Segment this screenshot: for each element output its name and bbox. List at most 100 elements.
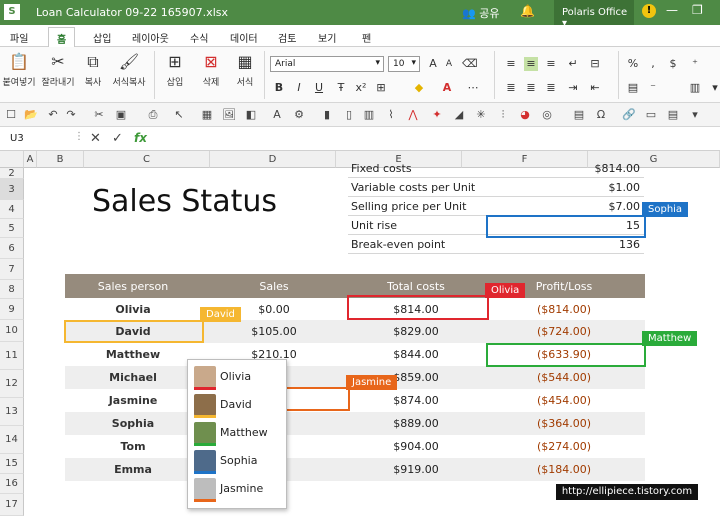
function-icon[interactable]: fx: [134, 131, 147, 145]
select-all-corner[interactable]: [0, 151, 24, 168]
table-row[interactable]: Tom 0 $904.00 ($274.00): [65, 435, 645, 458]
cell-costs[interactable]: $874.00: [349, 394, 483, 407]
row-header[interactable]: 16: [0, 474, 24, 494]
tab-insert[interactable]: 삽입: [93, 30, 111, 45]
cell-costs[interactable]: $919.00: [349, 463, 483, 476]
tab-layout[interactable]: 레이아웃: [132, 30, 169, 45]
chart-combo-icon[interactable]: ⋀: [406, 108, 420, 122]
sheet-title[interactable]: Sales Status: [92, 184, 277, 219]
align-center-icon[interactable]: ≣: [524, 81, 538, 95]
redo-icon[interactable]: ↷: [64, 108, 78, 122]
cell-profit-loss[interactable]: ($454.00): [497, 394, 631, 407]
wrap-text-icon[interactable]: ↵: [566, 57, 580, 71]
row-header[interactable]: 14: [0, 426, 24, 454]
shrink-font-icon[interactable]: A: [442, 57, 456, 71]
cell-name[interactable]: Sophia: [65, 417, 201, 430]
format-cells-button[interactable]: ▦ 서식: [230, 51, 260, 88]
tab-formulas[interactable]: 수식: [190, 30, 208, 45]
share-button[interactable]: 👥 공유: [462, 5, 499, 21]
border-icon[interactable]: ⊞: [374, 81, 388, 95]
font-family-select[interactable]: Arial ▾: [270, 56, 384, 72]
collaborator-item-sophia[interactable]: Sophia: [192, 448, 284, 474]
row-header[interactable]: 7: [0, 259, 24, 280]
italic-button[interactable]: I: [292, 81, 306, 95]
chart-stock-icon[interactable]: ⫶: [496, 108, 510, 122]
row-header[interactable]: 5: [0, 219, 24, 238]
cell-profit-loss[interactable]: ($814.00): [497, 303, 631, 316]
tab-file[interactable]: 파일: [10, 30, 28, 45]
cell-name[interactable]: Michael: [65, 371, 201, 384]
symbol-icon[interactable]: Ω: [594, 108, 608, 122]
chart-pie-icon[interactable]: ◕: [518, 108, 532, 122]
chart-scatter-icon[interactable]: ✦: [430, 108, 444, 122]
cell-name[interactable]: Jasmine: [65, 394, 201, 407]
cell-costs[interactable]: $829.00: [349, 325, 483, 338]
table-row[interactable]: Jasmine 0 $874.00 ($454.00): [65, 389, 645, 412]
cell-name[interactable]: Tom: [65, 440, 201, 453]
align-right-icon[interactable]: ≣: [544, 81, 558, 95]
accounting-icon[interactable]: $: [666, 57, 680, 71]
header-sales-person[interactable]: Sales person: [65, 280, 201, 293]
underline-button[interactable]: U: [312, 81, 326, 95]
chart-stack-icon[interactable]: ▥: [362, 108, 376, 122]
customize-icon[interactable]: ▾: [688, 108, 702, 122]
cut-icon[interactable]: ✂: [92, 108, 106, 122]
save-icon[interactable]: ▣: [114, 108, 128, 122]
cell-costs[interactable]: $904.00: [349, 440, 483, 453]
column-header-d[interactable]: D: [210, 151, 336, 168]
collaborator-item-david[interactable]: David: [192, 392, 284, 418]
cell-costs[interactable]: $889.00: [349, 417, 483, 430]
row-header[interactable]: 15: [0, 454, 24, 474]
indent-icon[interactable]: ⇥: [566, 81, 580, 95]
header-footer-icon[interactable]: ▤: [666, 108, 680, 122]
cell-name[interactable]: Emma: [65, 463, 201, 476]
table-icon[interactable]: ▦: [200, 108, 214, 122]
row-header[interactable]: 13: [0, 398, 24, 426]
number-format-icon[interactable]: %: [626, 57, 640, 71]
align-left-icon[interactable]: ≣: [504, 81, 518, 95]
form-icon[interactable]: ▤: [572, 108, 586, 122]
open-folder-icon[interactable]: 📂: [24, 108, 38, 122]
restore-icon[interactable]: ❐: [692, 3, 703, 17]
fill-color-icon[interactable]: ◆: [412, 81, 426, 95]
clear-format-icon[interactable]: ⌫: [462, 57, 478, 71]
strikethrough-button[interactable]: Ŧ: [334, 81, 348, 95]
align-middle-icon[interactable]: ≡: [524, 57, 538, 71]
align-bottom-icon[interactable]: ≡: [544, 57, 558, 71]
table-row[interactable]: Sophia 0 $889.00 ($364.00): [65, 412, 645, 435]
row-header[interactable]: 10: [0, 320, 24, 342]
chart-radar-icon[interactable]: ✳: [474, 108, 488, 122]
insert-cells-button[interactable]: ⊞ 삽입: [158, 51, 192, 88]
chart-doughnut-icon[interactable]: ◎: [540, 108, 554, 122]
cell-profit-loss[interactable]: ($184.00): [497, 463, 631, 476]
header-total-costs[interactable]: Total costs: [349, 280, 483, 293]
hyperlink-icon[interactable]: 🔗: [622, 108, 636, 122]
chart-line-icon[interactable]: ⌇: [384, 108, 398, 122]
collaborator-item-jasmine[interactable]: Jasmine: [192, 476, 284, 502]
cell-costs[interactable]: $844.00: [349, 348, 483, 361]
column-header-c[interactable]: C: [84, 151, 210, 168]
pointer-icon[interactable]: ↖: [172, 108, 186, 122]
format-painter-button[interactable]: 🖌 서식복사: [108, 51, 150, 88]
account-button[interactable]: Polaris Office ▾: [554, 0, 634, 29]
align-top-icon[interactable]: ≡: [504, 57, 518, 71]
undo-icon[interactable]: ↶: [46, 108, 60, 122]
tab-home[interactable]: 홈: [48, 27, 76, 48]
delete-cells-button[interactable]: ⊠ 삭제: [194, 51, 228, 88]
row-header[interactable]: 9: [0, 299, 24, 320]
confirm-icon[interactable]: ✓: [112, 131, 123, 146]
tab-review[interactable]: 검토: [278, 30, 296, 45]
row-header[interactable]: 3: [0, 179, 24, 200]
chevron-down-icon[interactable]: ▾: [708, 81, 720, 95]
chart-column-icon[interactable]: ▯: [342, 108, 356, 122]
param-row[interactable]: Variable costs per Unit $1.00: [348, 178, 644, 197]
paste-button[interactable]: 📋 붙여넣기: [2, 51, 36, 88]
cell-profit-loss[interactable]: ($724.00): [497, 325, 631, 338]
column-header-a[interactable]: A: [24, 151, 37, 168]
tab-data[interactable]: 데이터: [230, 30, 258, 45]
cancel-icon[interactable]: ✕: [90, 131, 101, 146]
tab-view[interactable]: 보기: [318, 30, 336, 45]
param-row[interactable]: Fixed costs $814.00: [348, 159, 644, 178]
cell-profit-loss[interactable]: ($364.00): [497, 417, 631, 430]
chart-area-icon[interactable]: ◢: [452, 108, 466, 122]
